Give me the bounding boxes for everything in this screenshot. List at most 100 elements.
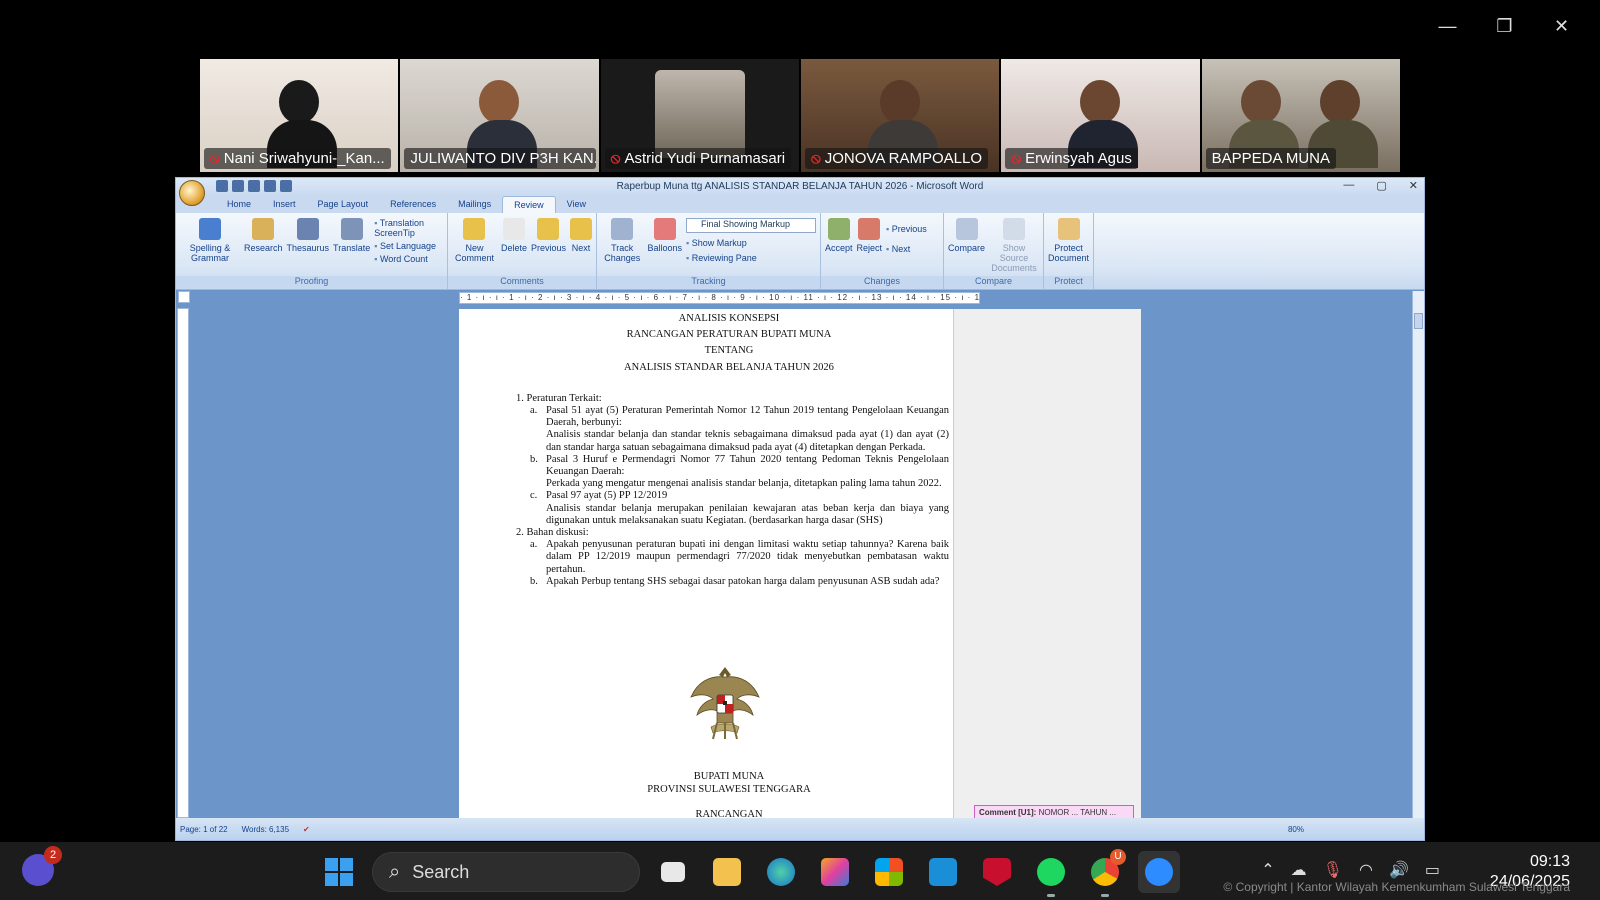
scrollbar-thumb[interactable] xyxy=(1414,313,1423,329)
spotify-icon[interactable] xyxy=(1030,851,1072,893)
status-bar: Page: 1 of 22 Words: 6,135 ✔ 80% xyxy=(176,818,1424,840)
chevron-up-icon[interactable]: ⌃ xyxy=(1261,860,1274,880)
tab-references[interactable]: References xyxy=(379,196,447,213)
tab-page-layout[interactable]: Page Layout xyxy=(307,196,380,213)
time: 09:13 xyxy=(1529,853,1570,870)
word-count[interactable]: Words: 6,135 xyxy=(242,825,289,834)
group-label: Tracking xyxy=(597,276,820,288)
markup-area xyxy=(953,309,1141,822)
compare-group: Compare Show Source Documents Compare xyxy=(944,213,1044,289)
microphone-icon[interactable]: 🎙 xyxy=(1323,860,1343,880)
copilot-icon[interactable] xyxy=(814,851,856,893)
volume-icon[interactable]: 🔊 xyxy=(1389,860,1409,880)
tab-review[interactable]: Review xyxy=(502,196,556,213)
wifi-icon[interactable]: ◠ xyxy=(1359,860,1373,880)
copyright-watermark: © Copyright | Kantor Wilayah Kemenkumham… xyxy=(1223,880,1570,894)
search-icon: ⌕ xyxy=(389,860,401,883)
zoom-window-controls: — ❐ ✕ xyxy=(1419,10,1590,42)
doc-subitem: c. Pasal 97 ayat (5) PP 12/2019 xyxy=(530,490,668,502)
minimize-icon[interactable]: — xyxy=(1343,179,1354,192)
tab-view[interactable]: View xyxy=(556,196,597,213)
teams-icon[interactable]: 2 xyxy=(22,846,62,886)
track-changes-icon xyxy=(611,218,634,240)
doc-paragraph: Analisis standar belanja merupakan penil… xyxy=(546,502,949,526)
minimize-icon[interactable]: — xyxy=(1419,10,1476,42)
participant-tile[interactable]: ⦸ Erwinsyah Agus xyxy=(1001,59,1200,172)
previous-change-button[interactable]: Previous xyxy=(886,224,927,234)
mic-muted-icon: ⦸ xyxy=(210,150,220,167)
restore-icon[interactable]: ❐ xyxy=(1476,10,1533,42)
group-label: Protect xyxy=(1044,276,1093,288)
edge-icon[interactable] xyxy=(760,851,802,893)
research-icon xyxy=(252,218,275,240)
chrome-profile-badge: U xyxy=(1110,849,1126,865)
vertical-ruler xyxy=(177,308,189,818)
start-icon[interactable] xyxy=(318,851,360,893)
mic-muted-icon: ⦸ xyxy=(610,150,621,167)
tab-insert[interactable]: Insert xyxy=(262,196,307,213)
balloons-icon xyxy=(653,218,676,240)
close-icon[interactable]: ✕ xyxy=(1409,179,1418,192)
doc-item: 1. Peraturan Terkait: xyxy=(516,392,602,404)
word-title-bar: Raperbup Muna ttg ANALISIS STANDAR BELAN… xyxy=(176,178,1424,206)
doc-subitem: a. Apakah penyusunan peraturan bupati ini… xyxy=(530,539,949,575)
doc-paragraph: Analisis standar belanja dan standar tek… xyxy=(546,429,949,453)
show-markup-button[interactable]: Show Markup xyxy=(686,238,816,248)
reject-icon xyxy=(858,218,881,240)
participant-tile[interactable]: ⦸ Astrid Yudi Purnamasari xyxy=(600,59,799,172)
screen: — ❐ ✕ ⦸ Nani Sriwahyuni-_Kan... JULIWANTO… xyxy=(0,0,1600,900)
participant-name: ⦸ Nani Sriwahyuni-_Kan... xyxy=(204,148,391,169)
participant-name: JULIWANTO DIV P3H KAN... xyxy=(404,148,597,169)
new-comment-icon xyxy=(463,218,486,240)
participant-name: ⦸ Astrid Yudi Purnamasari xyxy=(604,148,792,169)
close-icon[interactable]: ✕ xyxy=(1533,10,1590,42)
tab-mailings[interactable]: Mailings xyxy=(447,196,502,213)
participant-tile[interactable]: ⦸ JONOVA RAMPOALLO xyxy=(800,59,1000,172)
office-button[interactable] xyxy=(179,180,205,206)
battery-icon[interactable]: ▭ xyxy=(1425,860,1440,880)
participant-name: BAPPEDA MUNA xyxy=(1205,148,1337,169)
microsoft-store-icon[interactable] xyxy=(868,851,910,893)
search-box[interactable]: ⌕ Search xyxy=(372,852,640,892)
participant-tile[interactable]: BAPPEDA MUNA xyxy=(1201,59,1400,172)
participant-strip: ⦸ Nani Sriwahyuni-_Kan... JULIWANTO DIV P… xyxy=(200,59,1400,172)
page-count[interactable]: Page: 1 of 22 xyxy=(180,825,228,834)
task-view-icon[interactable] xyxy=(652,851,694,893)
tab-home[interactable]: Home xyxy=(216,196,262,213)
display-for-review-dropdown[interactable]: Final Showing Markup xyxy=(686,218,816,233)
protect-icon xyxy=(1057,218,1080,240)
participant-tile-active-speaker[interactable]: JULIWANTO DIV P3H KAN... xyxy=(400,59,599,172)
doc-item: 2. Bahan diskusi: xyxy=(516,527,589,539)
myhp-icon[interactable] xyxy=(922,851,964,893)
document-text: ANALISIS KONSEPSI RANCANGAN PERATURAN BU… xyxy=(509,311,949,588)
mic-muted-icon: ⦸ xyxy=(810,150,821,167)
chrome-icon[interactable]: U xyxy=(1084,849,1126,893)
document-page[interactable]: ANALISIS KONSEPSI RANCANGAN PERATURAN BU… xyxy=(459,309,1141,822)
ruler-row: · 1 · ı · ı · 1 · ı · 2 · ı · 3 · ı · 4 … xyxy=(176,291,1424,305)
translate-icon xyxy=(340,218,363,240)
file-explorer-icon[interactable] xyxy=(706,851,748,893)
set-language-button[interactable]: Set Language xyxy=(374,241,443,251)
zoom-level[interactable]: 80% xyxy=(1288,825,1304,834)
tab-selector[interactable] xyxy=(178,291,190,303)
changes-group: Accept Reject Previous Next Changes xyxy=(821,213,944,289)
reviewing-pane-button[interactable]: Reviewing Pane xyxy=(686,253,816,263)
onedrive-icon[interactable]: ☁ xyxy=(1291,860,1307,880)
next-comment-icon xyxy=(570,218,592,240)
mic-muted-icon: ⦸ xyxy=(1011,150,1022,167)
restore-icon[interactable]: ▢ xyxy=(1376,179,1386,192)
vertical-scrollbar[interactable] xyxy=(1412,291,1424,818)
taskbar-apps: ⌕ Search U xyxy=(318,849,1180,893)
next-change-button[interactable]: Next xyxy=(886,244,927,254)
participant-tile[interactable]: ⦸ Nani Sriwahyuni-_Kan... xyxy=(200,59,399,172)
zoom-icon[interactable] xyxy=(1138,851,1180,893)
word-count-button[interactable]: Word Count xyxy=(374,254,443,264)
shared-word-window: Raperbup Muna ttg ANALISIS STANDAR BELAN… xyxy=(175,177,1425,841)
proofing-status-icon[interactable]: ✔ xyxy=(303,825,310,834)
comments-group: New Comment Delete Previous Next Comment… xyxy=(448,213,597,289)
system-tray: ⌃ ☁ 🎙 ◠ 🔊 ▭ xyxy=(1261,860,1440,880)
translation-screentip-button[interactable]: Translation ScreenTip xyxy=(374,218,443,238)
doc-footer-line: PROVINSI SULAWESI TENGGARA xyxy=(647,783,811,795)
mcafee-icon[interactable] xyxy=(976,851,1018,893)
horizontal-ruler[interactable]: · 1 · ı · ı · 1 · ı · 2 · ı · 3 · ı · 4 … xyxy=(459,292,980,304)
